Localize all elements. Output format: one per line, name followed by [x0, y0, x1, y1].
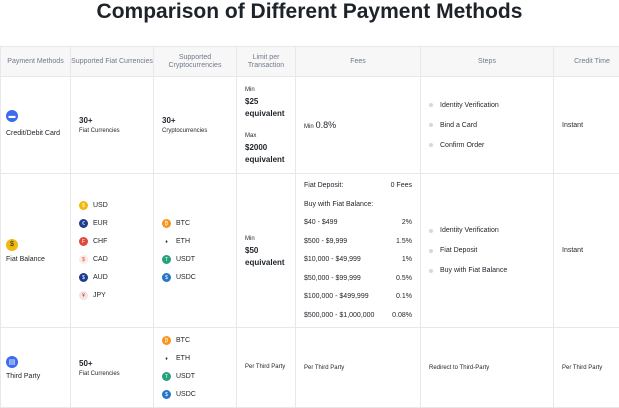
aud-icon: $ — [79, 273, 88, 282]
crypto-label: Cryptocurrencies — [162, 128, 228, 134]
limit-max: $2000 equivalent — [245, 142, 287, 166]
fee-row: $500,000 - $1,000,0000.08% — [304, 306, 412, 325]
crypto-item: $USDC — [162, 386, 228, 404]
limit-value: Per Third Party — [237, 328, 296, 408]
fiat-label: Fiat Currencies — [79, 371, 145, 377]
crypto-item: ₿BTC — [162, 215, 228, 233]
card-icon: ▬ — [6, 110, 18, 122]
btc-icon: ₿ — [162, 336, 171, 345]
limit-min-label: Min — [245, 84, 287, 96]
btc-icon: ₿ — [162, 219, 171, 228]
currency-item: $USD — [79, 197, 145, 215]
crypto-item: ♦ETH — [162, 233, 228, 251]
eth-icon: ♦ — [162, 237, 171, 246]
jpy-icon: ¥ — [79, 291, 88, 300]
step-item: Buy with Fiat Balance — [429, 261, 545, 281]
limit-min-label: Min — [245, 233, 287, 245]
credit-time: Instant — [554, 77, 619, 174]
currency-item: €EUR — [79, 215, 145, 233]
crypto-item: ₿BTC — [162, 332, 228, 350]
chf-icon: F — [79, 237, 88, 246]
fiat-label: Fiat Currencies — [79, 128, 145, 134]
header-cell: Steps — [421, 47, 554, 77]
crypto-item: $USDC — [162, 269, 228, 287]
fee-value: 0.8% — [316, 120, 337, 130]
third-party-icon: ▤ — [6, 356, 18, 368]
usdt-icon: T — [162, 255, 171, 264]
fee-row: $500 - $9,9991.5% — [304, 232, 412, 251]
crypto-item: TUSDT — [162, 251, 228, 269]
fee-prefix: Min — [304, 124, 314, 130]
credit-time: Instant — [554, 174, 619, 328]
limit-max-label: Max — [245, 130, 287, 142]
eur-icon: € — [79, 219, 88, 228]
comparison-table: Payment Methods Supported Fiat Currencie… — [0, 46, 619, 408]
table-row: ▬ Credit/Debit Card 30+ Fiat Currencies 30… — [1, 77, 619, 174]
fee-row: $10,000 - $49,9991% — [304, 251, 412, 270]
header-cell: Limit per Transaction — [237, 47, 296, 77]
method-name: Third Party — [6, 373, 62, 380]
method-name: Fiat Balance — [6, 256, 62, 263]
header-cell: Supported Cryptocurrencies — [154, 47, 237, 77]
header-row: Payment Methods Supported Fiat Currencie… — [1, 47, 619, 77]
crypto-item: ♦ETH — [162, 350, 228, 368]
step-item: Identity Verification — [429, 221, 545, 241]
header-cell: Credit Time — [554, 47, 619, 77]
currency-item: FCHF — [79, 233, 145, 251]
crypto-item: TUSDT — [162, 368, 228, 386]
fiat-count: 30+ — [79, 116, 145, 125]
fee-row: Buy with Fiat Balance: — [304, 195, 412, 214]
limit-min: $50 equivalent — [245, 245, 287, 269]
cad-icon: $ — [79, 255, 88, 264]
dollar-coin-icon: $ — [6, 239, 18, 251]
fee-value: Per Third Party — [296, 328, 421, 408]
fiat-count: 50+ — [79, 359, 145, 368]
header-cell: Fees — [296, 47, 421, 77]
step-item: Fiat Deposit — [429, 241, 545, 261]
currency-item: $CAD — [79, 251, 145, 269]
step-item: Redirect to Third-Party — [421, 328, 554, 408]
fee-row: Fiat Deposit:0 Fees — [304, 177, 412, 196]
table-row: ▤ Third Party 50+ Fiat Currencies ₿BTC ♦ET… — [1, 328, 619, 408]
currency-item: $AUD — [79, 269, 145, 287]
step-item: Bind a Card — [429, 115, 545, 135]
credit-time: Per Third Party — [554, 328, 619, 408]
limit-min: $25 equivalent — [245, 96, 287, 120]
step-item: Confirm Order — [429, 135, 545, 155]
fee-row: $100,000 - $499,9990.1% — [304, 288, 412, 307]
fee-row: $50,000 - $99,9990.5% — [304, 269, 412, 288]
eth-icon: ♦ — [162, 354, 171, 363]
header-cell: Payment Methods — [1, 47, 71, 77]
crypto-count: 30+ — [162, 116, 228, 125]
usd-icon: $ — [79, 201, 88, 210]
usdc-icon: $ — [162, 273, 171, 282]
step-item: Identity Verification — [429, 95, 545, 115]
table-row: $ Fiat Balance $USD €EUR FCHF $CAD $AUD ¥… — [1, 174, 619, 328]
usdt-icon: T — [162, 372, 171, 381]
usdc-icon: $ — [162, 390, 171, 399]
currency-item: ¥JPY — [79, 287, 145, 305]
header-cell: Supported Fiat Currencies — [71, 47, 154, 77]
page-title: Comparison of Different Payment Methods — [0, 0, 619, 24]
method-name: Credit/Debit Card — [6, 127, 61, 140]
fee-row: $40 - $4992% — [304, 214, 412, 233]
